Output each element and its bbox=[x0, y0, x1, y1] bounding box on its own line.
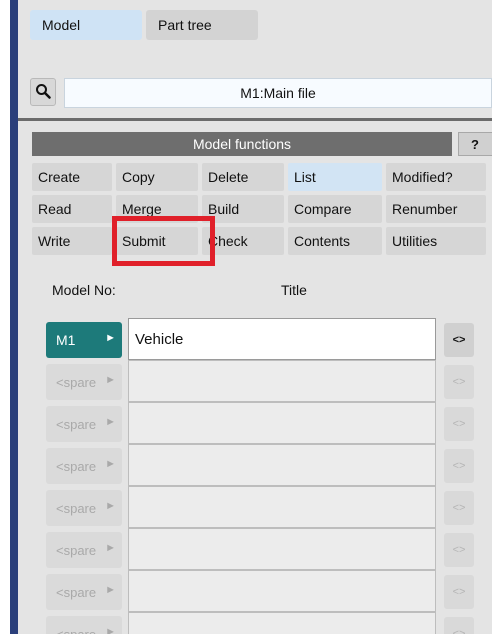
section-divider bbox=[18, 118, 492, 121]
tab-model[interactable]: Model bbox=[30, 10, 142, 40]
play-arrow-icon: ► bbox=[105, 626, 116, 634]
play-arrow-icon: ► bbox=[105, 458, 116, 470]
model-functions-grid: Create Copy Delete List Modified? Read M… bbox=[32, 163, 486, 255]
model-row: <spare ► <> bbox=[46, 612, 490, 634]
model-select-button[interactable]: <spare ► bbox=[46, 448, 122, 484]
delete-button[interactable]: Delete bbox=[202, 163, 284, 191]
copy-button[interactable]: Copy bbox=[116, 163, 198, 191]
top-tabs: Model Part tree bbox=[30, 10, 258, 40]
swap-button[interactable]: <> bbox=[444, 491, 474, 525]
swap-button[interactable]: <> bbox=[444, 533, 474, 567]
contents-button[interactable]: Contents bbox=[288, 227, 382, 255]
file-search-row: M1:Main file bbox=[30, 78, 492, 108]
model-select-button[interactable]: M1 ► bbox=[46, 322, 122, 358]
create-button[interactable]: Create bbox=[32, 163, 112, 191]
model-title-field[interactable]: Vehicle bbox=[128, 318, 436, 360]
title-column-header: Title bbox=[281, 282, 307, 298]
model-id-label: <spare bbox=[56, 542, 97, 558]
check-button[interactable]: Check bbox=[202, 227, 284, 255]
model-select-button[interactable]: <spare ► bbox=[46, 406, 122, 442]
model-row: <spare ► <> bbox=[46, 402, 490, 444]
search-icon bbox=[35, 83, 51, 102]
model-id-label: <spare bbox=[56, 416, 97, 432]
merge-button[interactable]: Merge bbox=[116, 195, 198, 223]
model-title-field[interactable] bbox=[128, 402, 436, 444]
model-row: M1 ► Vehicle <> bbox=[46, 318, 490, 360]
model-row: <spare ► <> bbox=[46, 444, 490, 486]
model-id-label: <spare bbox=[56, 584, 97, 600]
tab-part-tree[interactable]: Part tree bbox=[146, 10, 258, 40]
model-id-label: M1 bbox=[56, 332, 76, 348]
model-row: <spare ► <> bbox=[46, 570, 490, 612]
compare-button[interactable]: Compare bbox=[288, 195, 382, 223]
current-file-field[interactable]: M1:Main file bbox=[64, 78, 492, 108]
model-select-button[interactable]: <spare ► bbox=[46, 490, 122, 526]
model-panel: Model Part tree M1:Main file Model funct… bbox=[18, 0, 492, 634]
model-title-field[interactable] bbox=[128, 570, 436, 612]
swap-button[interactable]: <> bbox=[444, 449, 474, 483]
model-functions-header: Model functions bbox=[32, 132, 452, 156]
build-button[interactable]: Build bbox=[202, 195, 284, 223]
model-select-button[interactable]: <spare ► bbox=[46, 364, 122, 400]
model-no-column-header: Model No: bbox=[52, 282, 116, 298]
list-button[interactable]: List bbox=[288, 163, 382, 191]
model-title-field[interactable] bbox=[128, 612, 436, 634]
search-button[interactable] bbox=[30, 78, 56, 106]
model-row: <spare ► <> bbox=[46, 486, 490, 528]
model-title-field[interactable] bbox=[128, 528, 436, 570]
model-select-button[interactable]: <spare ► bbox=[46, 532, 122, 568]
model-title-field[interactable] bbox=[128, 360, 436, 402]
help-button[interactable]: ? bbox=[458, 132, 492, 156]
swap-button[interactable]: <> bbox=[444, 407, 474, 441]
model-row: <spare ► <> bbox=[46, 528, 490, 570]
play-arrow-icon: ► bbox=[105, 500, 116, 512]
play-arrow-icon: ► bbox=[105, 542, 116, 554]
play-arrow-icon: ► bbox=[105, 332, 116, 344]
submit-button[interactable]: Submit bbox=[116, 227, 198, 255]
model-select-button[interactable]: <spare ► bbox=[46, 616, 122, 634]
model-row: <spare ► <> bbox=[46, 360, 490, 402]
window-frame-bar bbox=[10, 0, 18, 634]
renumber-button[interactable]: Renumber bbox=[386, 195, 486, 223]
utilities-button[interactable]: Utilities bbox=[386, 227, 486, 255]
modified-button[interactable]: Modified? bbox=[386, 163, 486, 191]
swap-button[interactable]: <> bbox=[444, 575, 474, 609]
model-id-label: <spare bbox=[56, 458, 97, 474]
model-id-label: <spare bbox=[56, 626, 97, 634]
swap-button[interactable]: <> bbox=[444, 365, 474, 399]
model-select-button[interactable]: <spare ► bbox=[46, 574, 122, 610]
model-title-field[interactable] bbox=[128, 444, 436, 486]
model-id-label: <spare bbox=[56, 500, 97, 516]
play-arrow-icon: ► bbox=[105, 374, 116, 386]
read-button[interactable]: Read bbox=[32, 195, 112, 223]
play-arrow-icon: ► bbox=[105, 584, 116, 596]
play-arrow-icon: ► bbox=[105, 416, 116, 428]
model-title-field[interactable] bbox=[128, 486, 436, 528]
write-button[interactable]: Write bbox=[32, 227, 112, 255]
swap-button[interactable]: <> bbox=[444, 323, 474, 357]
swap-button[interactable]: <> bbox=[444, 617, 474, 634]
model-id-label: <spare bbox=[56, 374, 97, 390]
